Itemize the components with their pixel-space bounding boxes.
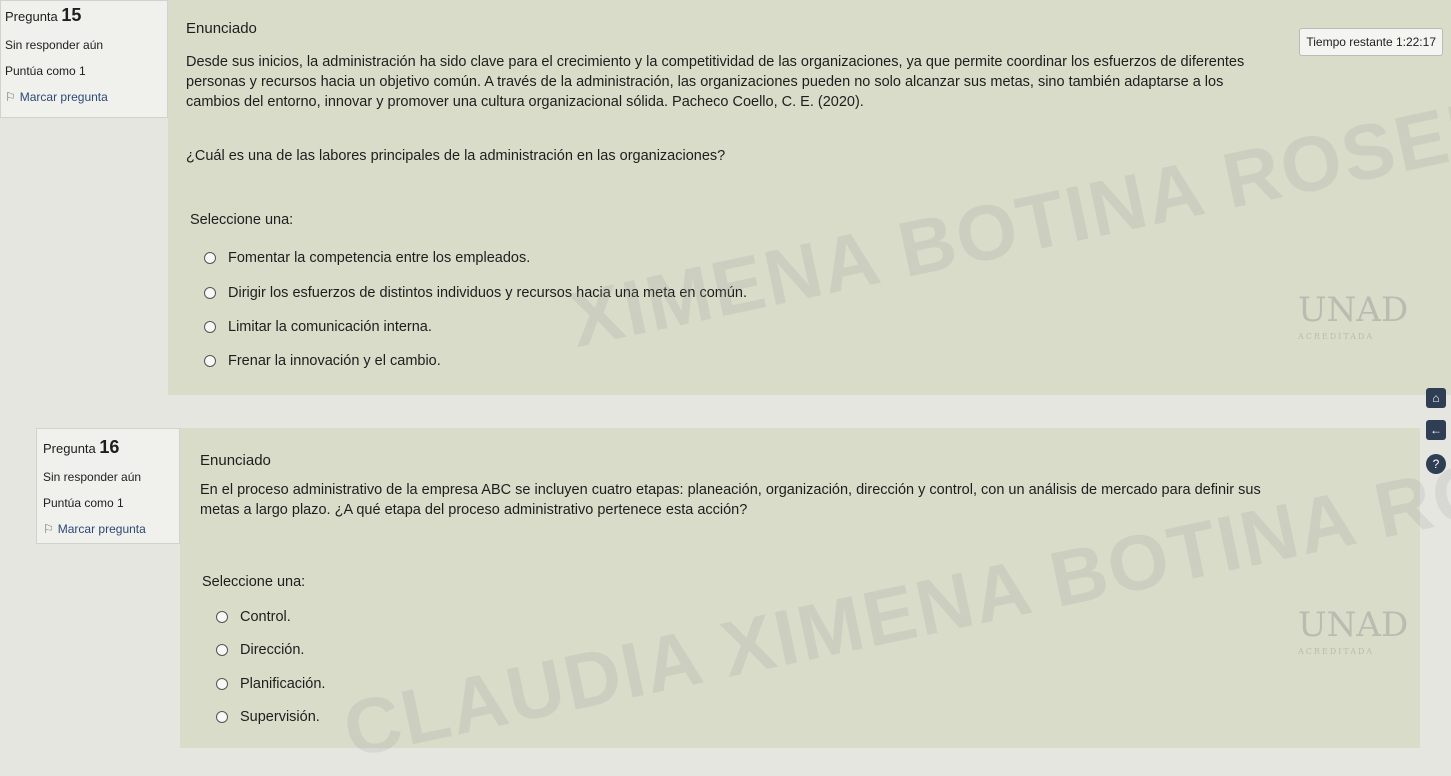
option-label: Fomentar la competencia entre los emplea… [228,250,531,266]
question-state: Sin responder aún [5,38,104,52]
question-info-15: Pregunta 15 Sin responder aún Puntúa com… [0,0,168,118]
flag-label: Marcar pregunta [57,522,146,536]
logo-subtitle: ACREDITADA [1298,647,1375,656]
radio-button[interactable] [204,321,216,333]
logo-subtitle: ACREDITADA [1298,332,1375,341]
option-label: Dirección. [240,642,305,658]
flag-icon: ⚐ [5,90,16,104]
enunciado-title: Enunciado [200,452,271,469]
time-remaining: Tiempo restante 1:22:17 [1299,28,1443,56]
question-text: Desde sus inicios, la administración ha … [186,54,1245,110]
flag-icon: ⚐ [43,522,54,536]
answer-option[interactable]: Planificación. [216,676,325,692]
unad-logo: UNAD ACREDITADA [1298,605,1408,656]
back-arrow-icon[interactable]: ← [1426,420,1446,440]
radio-button[interactable] [216,711,228,723]
question-number: Pregunta 16 [43,437,179,458]
question-grade: Puntúa como 1 [5,64,86,78]
radio-button[interactable] [204,252,216,264]
option-label: Limitar la comunicación interna. [228,319,432,335]
radio-button[interactable] [204,287,216,299]
logo-text: UNAD [1298,605,1409,645]
answer-option[interactable]: Dirigir los esfuerzos de distintos indiv… [204,285,747,301]
option-label: Dirigir los esfuerzos de distintos indiv… [228,285,748,301]
home-icon[interactable]: ⌂ [1426,388,1446,408]
option-label: Frenar la innovación y el cambio. [228,353,441,369]
question-info-16: Pregunta 16 Sin responder aún Puntúa com… [36,428,180,544]
radio-button[interactable] [204,355,216,367]
flag-label: Marcar pregunta [19,90,108,104]
select-one-label: Seleccione una: [202,574,306,590]
question-grade: Puntúa como 1 [43,496,124,510]
question-state: Sin responder aún [43,470,142,484]
question-prompt: ¿Cuál es una de las labores principales … [186,148,726,164]
question-content-15: Enunciado Desde sus inicios, la administ… [168,0,1451,395]
option-label: Supervisión. [240,709,320,725]
option-label: Control. [240,609,291,625]
answer-option[interactable]: Control. [216,609,291,625]
radio-button[interactable] [216,678,228,690]
pregunta-label: Pregunta [43,441,96,456]
radio-button[interactable] [216,644,228,656]
flag-question-button[interactable]: ⚐ Marcar pregunta [5,90,167,104]
answer-option[interactable]: Dirección. [216,642,304,658]
radio-button[interactable] [216,611,228,623]
question-number-value: 16 [99,437,120,457]
answer-option[interactable]: Limitar la comunicación interna. [204,319,432,335]
logo-text: UNAD [1298,290,1409,330]
answer-option[interactable]: Frenar la innovación y el cambio. [204,353,441,369]
question-text: En el proceso administrativo de la empre… [200,482,1261,518]
answer-option[interactable]: Fomentar la competencia entre los emplea… [204,250,530,266]
unad-logo: UNAD ACREDITADA [1298,290,1408,341]
question-content-16: Enunciado En el proceso administrativo d… [180,428,1420,748]
pregunta-label: Pregunta [5,9,58,24]
select-one-label: Seleccione una: [190,212,294,228]
question-number: Pregunta 15 [5,5,167,26]
option-label: Planificación. [240,676,326,692]
flag-question-button[interactable]: ⚐ Marcar pregunta [43,522,179,536]
question-number-value: 15 [61,5,82,25]
answer-option[interactable]: Supervisión. [216,709,320,725]
help-icon[interactable]: ? [1426,454,1446,474]
enunciado-title: Enunciado [186,20,257,37]
